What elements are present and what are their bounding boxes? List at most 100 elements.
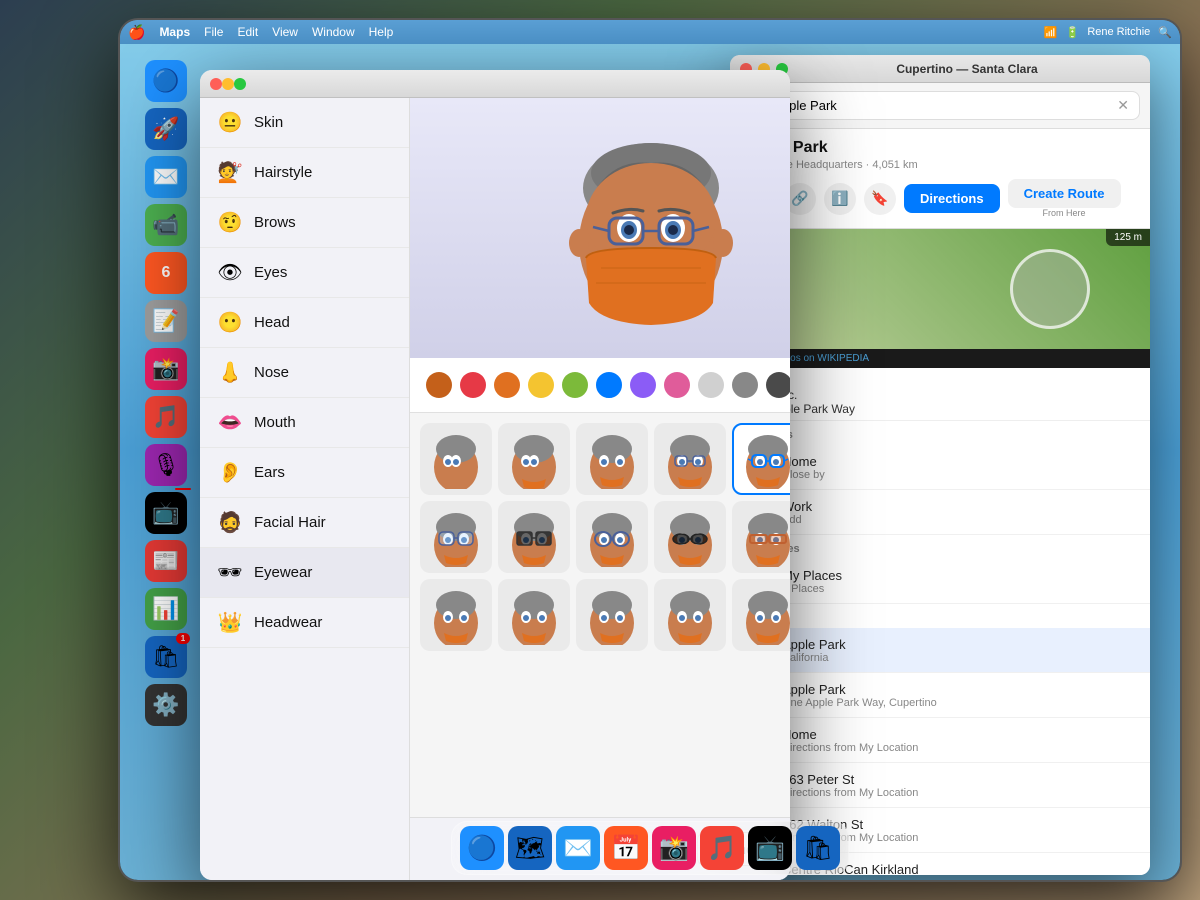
nav-nose[interactable]: 👃 Nose — [200, 348, 409, 398]
swatch-yellow[interactable] — [528, 372, 554, 398]
memoji-option-14[interactable] — [576, 579, 648, 651]
dock-photos[interactable]: 📸 — [652, 826, 696, 870]
memoji-option-9[interactable] — [654, 501, 726, 573]
create-route-button[interactable]: Create Route — [1008, 179, 1121, 208]
nav-eyes[interactable]: 👁 Eyes — [200, 248, 409, 298]
info-button[interactable]: ℹ️ — [824, 183, 856, 215]
menu-window[interactable]: Window — [312, 25, 355, 39]
appletv-icon: 📺 — [152, 500, 179, 526]
menu-help[interactable]: Help — [369, 25, 394, 39]
work-item[interactable]: 💼 Work Add — [730, 490, 1150, 535]
sidebar-appletv[interactable]: 📺 — [145, 492, 187, 534]
sidebar-appstore[interactable]: 🛍 1 — [145, 636, 187, 678]
address-section: Address Apple Inc. One Apple Park Way — [730, 368, 1150, 421]
memoji-option-16[interactable] — [732, 579, 790, 651]
sidebar-notes[interactable]: 📝 — [145, 300, 187, 342]
sidebar-calendar[interactable]: 6 — [145, 252, 187, 294]
facial-hair-icon: 🧔 — [216, 510, 244, 535]
dock-appstore[interactable]: 🛍 — [796, 826, 840, 870]
sidebar-charts[interactable]: 📊 — [145, 588, 187, 630]
search-input-wrap[interactable]: 🔍 ✕ — [740, 91, 1140, 120]
spotlight-icon[interactable]: 🔍 — [1158, 26, 1172, 39]
sidebar-music[interactable]: 🎵 — [145, 396, 187, 438]
menu-maps[interactable]: Maps — [159, 25, 190, 39]
memoji-minimize-button[interactable] — [222, 78, 234, 90]
swatch-pink[interactable] — [664, 372, 690, 398]
nav-brows[interactable]: 🤨 Brows — [200, 198, 409, 248]
swatch-orange[interactable] — [494, 372, 520, 398]
apple-menu[interactable]: 🍎 — [128, 24, 145, 41]
sidebar-settings[interactable]: ⚙️ — [145, 684, 187, 726]
recent-1[interactable]: 📍 Apple Park One Apple Park Way, Cuperti… — [730, 673, 1150, 718]
dock-calendar[interactable]: 📅 — [604, 826, 648, 870]
dock-maps[interactable]: 🗺 — [508, 826, 552, 870]
memoji-option-4[interactable] — [732, 423, 790, 495]
memoji-close-button[interactable] — [210, 78, 222, 90]
search-clear-button[interactable]: ✕ — [1117, 97, 1129, 114]
menu-file[interactable]: File — [204, 25, 223, 39]
nav-headwear[interactable]: 👑 Headwear — [200, 598, 409, 648]
recent-2[interactable]: ➤ Home Directions from My Location — [730, 718, 1150, 763]
memoji-option-1[interactable] — [498, 423, 570, 495]
recent-1-name: Apple Park — [782, 682, 1136, 697]
skin-icon: 😐 — [216, 110, 244, 135]
head-icon: 😶 — [216, 310, 244, 335]
memoji-option-15[interactable] — [654, 579, 726, 651]
swatch-blue[interactable] — [596, 372, 622, 398]
sidebar-photos[interactable]: 📸 — [145, 348, 187, 390]
nav-head[interactable]: 😶 Head — [200, 298, 409, 348]
nav-eyewear[interactable]: 🕶 Eyewear — [200, 548, 409, 598]
sidebar-finder[interactable]: 🔵 — [145, 60, 187, 102]
swatch-red[interactable] — [460, 372, 486, 398]
apple-park-panel: Apple Park Corporate Headquarters · 4,05… — [730, 129, 1150, 229]
swatch-purple[interactable] — [630, 372, 656, 398]
memoji-option-12[interactable] — [420, 579, 492, 651]
search-input[interactable] — [773, 98, 1111, 113]
memoji-option-0[interactable] — [420, 423, 492, 495]
memoji-option-2[interactable] — [576, 423, 648, 495]
menu-edit[interactable]: Edit — [237, 25, 258, 39]
bookmark-button[interactable]: 🔖 — [864, 183, 896, 215]
sidebar-podcasts[interactable]: 🎙 — [145, 444, 187, 486]
swatch-gray[interactable] — [732, 372, 758, 398]
memoji-fullscreen-button[interactable] — [234, 78, 246, 90]
sidebar-mail[interactable]: ✉️ — [145, 156, 187, 198]
swatch-lightgray[interactable] — [698, 372, 724, 398]
apple-park-name: Apple Park — [744, 139, 1136, 157]
sidebar-facetime[interactable]: 📹 — [145, 204, 187, 246]
recent-0[interactable]: 🔍 Apple Park California — [730, 628, 1150, 673]
dock-music[interactable]: 🎵 — [700, 826, 744, 870]
swatch-darkgray[interactable] — [766, 372, 790, 398]
nav-skin[interactable]: 😐 Skin — [200, 98, 409, 148]
battery-icon: 🔋 — [1066, 26, 1080, 39]
mac-screen: 🍎 Maps File Edit View Window Help 📶 🔋 Re… — [120, 20, 1180, 880]
recent-2-text: Home Directions from My Location — [782, 727, 1136, 754]
memoji-option-7[interactable] — [498, 501, 570, 573]
nav-mouth[interactable]: 👄 Mouth — [200, 398, 409, 448]
dock-mail[interactable]: ✉️ — [556, 826, 600, 870]
mouth-icon: 👄 — [216, 410, 244, 435]
swatch-green[interactable] — [562, 372, 588, 398]
sidebar-news[interactable]: 📰 — [145, 540, 187, 582]
directions-button[interactable]: Directions — [904, 184, 1000, 213]
home-item[interactable]: 🏠 Home Close by — [730, 445, 1150, 490]
recent-3[interactable]: ➤ 163 Peter St Directions from My Locati… — [730, 763, 1150, 808]
charts-icon: 📊 — [152, 596, 179, 622]
memoji-option-10[interactable] — [732, 501, 790, 573]
nav-facial-hair[interactable]: 🧔 Facial Hair — [200, 498, 409, 548]
sidebar-launchpad[interactable]: 🚀 — [145, 108, 187, 150]
wikipedia-bar[interactable]: More Photos on WIKIPEDIA — [730, 349, 1150, 368]
memoji-option-13[interactable] — [498, 579, 570, 651]
memoji-option-3[interactable] — [654, 423, 726, 495]
map-thumbnail[interactable]: 125 m — [730, 229, 1150, 349]
nav-hairstyle[interactable]: 💇 Hairstyle — [200, 148, 409, 198]
dock-finder[interactable]: 🔵 — [460, 826, 504, 870]
menu-view[interactable]: View — [272, 25, 298, 39]
nav-ears[interactable]: 👂 Ears — [200, 448, 409, 498]
swatch-brown[interactable] — [426, 372, 452, 398]
memoji-option-6[interactable] — [420, 501, 492, 573]
memoji-option-8[interactable] — [576, 501, 648, 573]
my-guides-header: My Guides — [730, 535, 1150, 559]
dock-appletv[interactable]: 📺 — [748, 826, 792, 870]
my-places-item[interactable]: 📍 My Places 3 Places — [730, 559, 1150, 604]
